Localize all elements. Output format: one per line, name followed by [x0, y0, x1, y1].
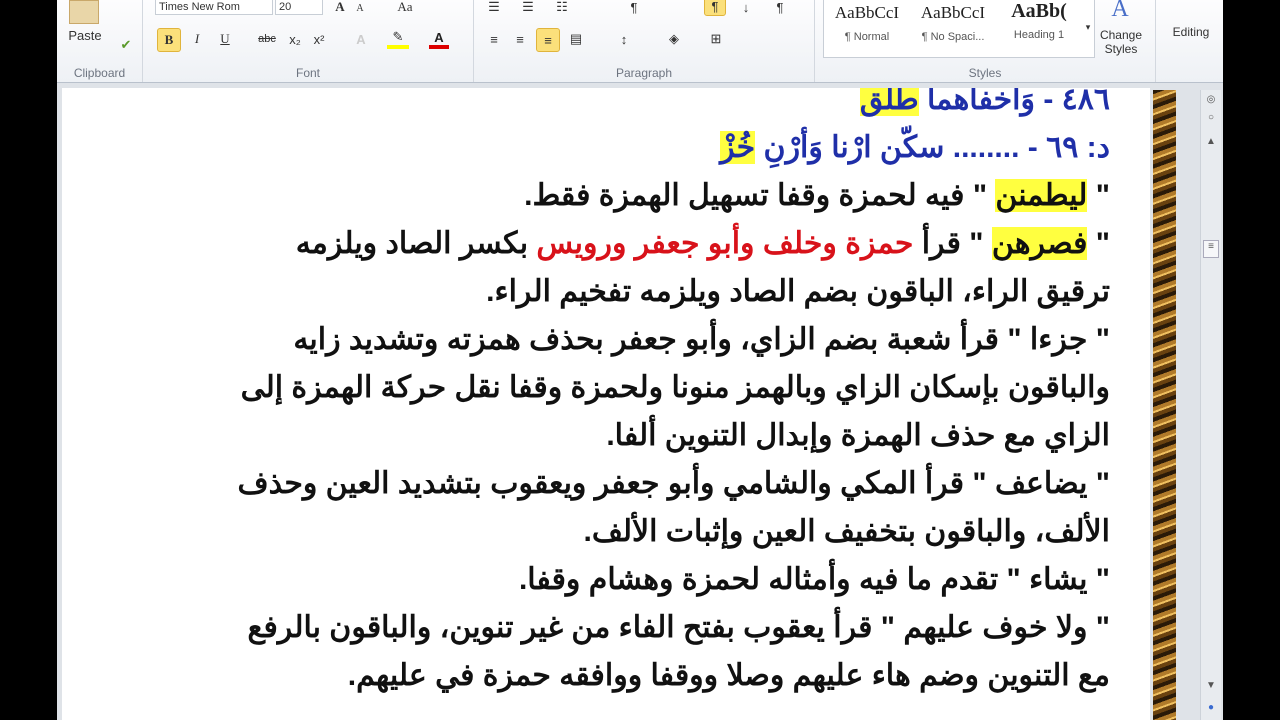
shading-icon[interactable]: ◈ — [664, 29, 684, 49]
style-sample: AaBbCcI — [834, 3, 900, 22]
verse-text: ٤٨٦ - وَاخفاهما — [918, 88, 1110, 116]
page-border-pattern — [1153, 90, 1176, 720]
style-name: ¶ No Spaci... — [921, 31, 985, 43]
shrink-font-button[interactable]: A — [353, 0, 367, 16]
text-line: د: ٦٩ - ........ سكّن ارْنا وَأرْنِ خُزْ — [110, 124, 1110, 172]
quote-mark: " — [1087, 227, 1110, 260]
ltr-icon[interactable]: ¶ — [624, 0, 644, 16]
text-line: ترقيق الراء، الباقون بضم الصاد ويلزمه تف… — [486, 275, 1110, 308]
highlighted-word: طلق — [859, 88, 919, 116]
style-sample: AaBbCcI — [920, 3, 986, 22]
font-group: Times New Rom 20 A A Aa B I U abc x₂ x² … — [143, 0, 474, 82]
line-spacing-icon[interactable]: ↕ — [614, 29, 634, 49]
text-line: " يشاء " تقدم ما فيه وأمثاله لحمزة وهشام… — [518, 563, 1110, 596]
text-line: " ليطمنن " فيه لحمزة وقفا تسهيل الهمزة ف… — [110, 172, 1110, 220]
styles-group: AaBbCcI ¶ Normal AaBbCcI ¶ No Spaci... A… — [815, 0, 1156, 82]
paste-button[interactable]: Paste — [65, 26, 105, 44]
font-color-icon[interactable]: A — [429, 29, 449, 49]
line-text: " فيه لحمزة وقفا تسهيل الهمزة فقط. — [524, 179, 996, 212]
style-name: ¶ Normal — [844, 31, 890, 43]
text-line: " فصرهن " قرأ حمزة وخلف وأبو جعفر ورويس … — [110, 220, 1110, 268]
text-effects-icon[interactable]: A — [351, 29, 371, 49]
paste-icon[interactable] — [69, 0, 99, 24]
font-label: Font — [295, 66, 320, 80]
borders-icon[interactable]: ⊞ — [706, 29, 726, 49]
style-no-spacing[interactable]: AaBbCcI ¶ No Spaci... — [910, 0, 996, 43]
multilevel-list-icon[interactable]: ☷ — [552, 0, 572, 16]
document-text[interactable]: ٤٨٦ - وَاخفاهما طلق د: ٦٩ - ........ سكّ… — [110, 88, 1110, 700]
change-styles-icon[interactable]: A — [1105, 0, 1135, 22]
bold-button[interactable]: B — [157, 28, 181, 52]
text-line: ٤٨٦ - وَاخفاهما طلق — [110, 88, 1110, 124]
clipboard-group: Paste ✔ Clipboard — [57, 0, 143, 82]
align-left-icon[interactable]: ≡ — [484, 29, 504, 49]
text-line: مع التنوين وضم هاء عليهم وصلا ووقفا وواف… — [347, 659, 1110, 692]
highlighted-word: فصرهن — [991, 227, 1088, 260]
text-line: الزاي مع حذف الهمزة وإبدال التنوين ألفا. — [606, 419, 1110, 452]
change-styles-button[interactable]: Change Styles — [1095, 26, 1147, 58]
paragraph-group: ☰ ☰ ☷ ¶ ¶ ↓ ¶ ≡ ≡ ≡ ▤ ↕ ◈ ⊞ Paragraph — [474, 0, 815, 82]
scroll-up-icon[interactable]: ▲ — [1203, 136, 1219, 147]
underline-button[interactable]: U — [215, 29, 235, 49]
justify-icon[interactable]: ▤ — [566, 29, 586, 49]
rtl-icon[interactable]: ¶ — [704, 0, 726, 16]
show-marks-icon[interactable]: ¶ — [770, 0, 790, 16]
styles-more-icon[interactable]: ▾ — [1082, 17, 1094, 37]
vertical-scrollbar[interactable]: ◎ ○ ▲ ≡ ▼ ● — [1200, 90, 1221, 720]
editing-button[interactable]: Editing — [1165, 22, 1217, 42]
subscript-button[interactable]: x₂ — [285, 29, 305, 49]
styles-label: Styles — [968, 66, 1002, 80]
red-text: حمزة وخلف وأبو جعفر ورويس — [536, 227, 914, 260]
italic-button[interactable]: I — [187, 29, 207, 49]
superscript-button[interactable]: x² — [309, 29, 329, 49]
view-icon[interactable]: ○ — [1203, 112, 1219, 123]
line-text: بكسر الصاد ويلزمه — [295, 227, 537, 260]
style-sample: AaBb( — [1011, 0, 1067, 22]
bullets-icon[interactable]: ☰ — [484, 0, 504, 16]
clipboard-label: Clipboard — [73, 66, 126, 80]
highlighted-word: خُزْ — [720, 131, 756, 164]
text-line: " يضاعف " قرأ المكي والشامي وأبو جعفر وي… — [237, 467, 1110, 500]
format-painter-icon[interactable]: ✔ — [117, 36, 135, 54]
scroll-down-icon[interactable]: ▼ — [1203, 680, 1219, 691]
text-line: " جزءا " قرأ شعبة بضم الزاي، وأبو جعفر ب… — [293, 323, 1110, 356]
browse-object-icon[interactable]: ● — [1203, 702, 1219, 713]
ribbon: Paste ✔ Clipboard Times New Rom 20 A A A… — [57, 0, 1223, 83]
styles-gallery: AaBbCcI ¶ Normal AaBbCcI ¶ No Spaci... A… — [823, 0, 1095, 58]
ruler-toggle-icon[interactable]: ◎ — [1203, 94, 1219, 105]
style-name: Heading 1 — [1013, 29, 1065, 41]
sort-icon[interactable]: ↓ — [736, 0, 756, 16]
grow-font-button[interactable]: A — [331, 0, 349, 16]
align-center-icon[interactable]: ≡ — [510, 29, 530, 49]
quote-mark: " — [1087, 179, 1110, 212]
verse-text: د: ٦٩ - ........ سكّن ارْنا وَأرْنِ — [755, 131, 1110, 164]
strikethrough-button[interactable]: abc — [255, 29, 279, 49]
scroll-thumb[interactable]: ≡ — [1203, 240, 1219, 258]
style-normal[interactable]: AaBbCcI ¶ Normal — [824, 0, 910, 43]
text-line: والباقون بإسكان الزاي وبالهمز منونا ولحم… — [240, 371, 1110, 404]
paragraph-label: Paragraph — [615, 66, 673, 80]
word-window: Paste ✔ Clipboard Times New Rom 20 A A A… — [57, 0, 1223, 720]
highlighted-word: ليطمنن — [995, 179, 1088, 212]
style-heading-1[interactable]: AaBb( Heading 1 — [996, 0, 1082, 41]
text-line: " ولا خوف عليهم " قرأ يعقوب بفتح الفاء م… — [247, 611, 1110, 644]
text-line: الألف، والباقون بتخفيف العين وإثبات الأل… — [583, 515, 1111, 548]
font-size-select[interactable]: 20 — [275, 0, 323, 15]
change-case-button[interactable]: Aa — [393, 0, 417, 16]
highlight-color-icon[interactable]: ✎ — [387, 29, 409, 49]
line-text: " قرأ — [913, 227, 992, 260]
document-page[interactable]: ٤٨٦ - وَاخفاهما طلق د: ٦٩ - ........ سكّ… — [62, 88, 1150, 720]
align-right-icon[interactable]: ≡ — [536, 28, 560, 52]
font-name-select[interactable]: Times New Rom — [155, 0, 273, 15]
numbering-icon[interactable]: ☰ — [518, 0, 538, 16]
